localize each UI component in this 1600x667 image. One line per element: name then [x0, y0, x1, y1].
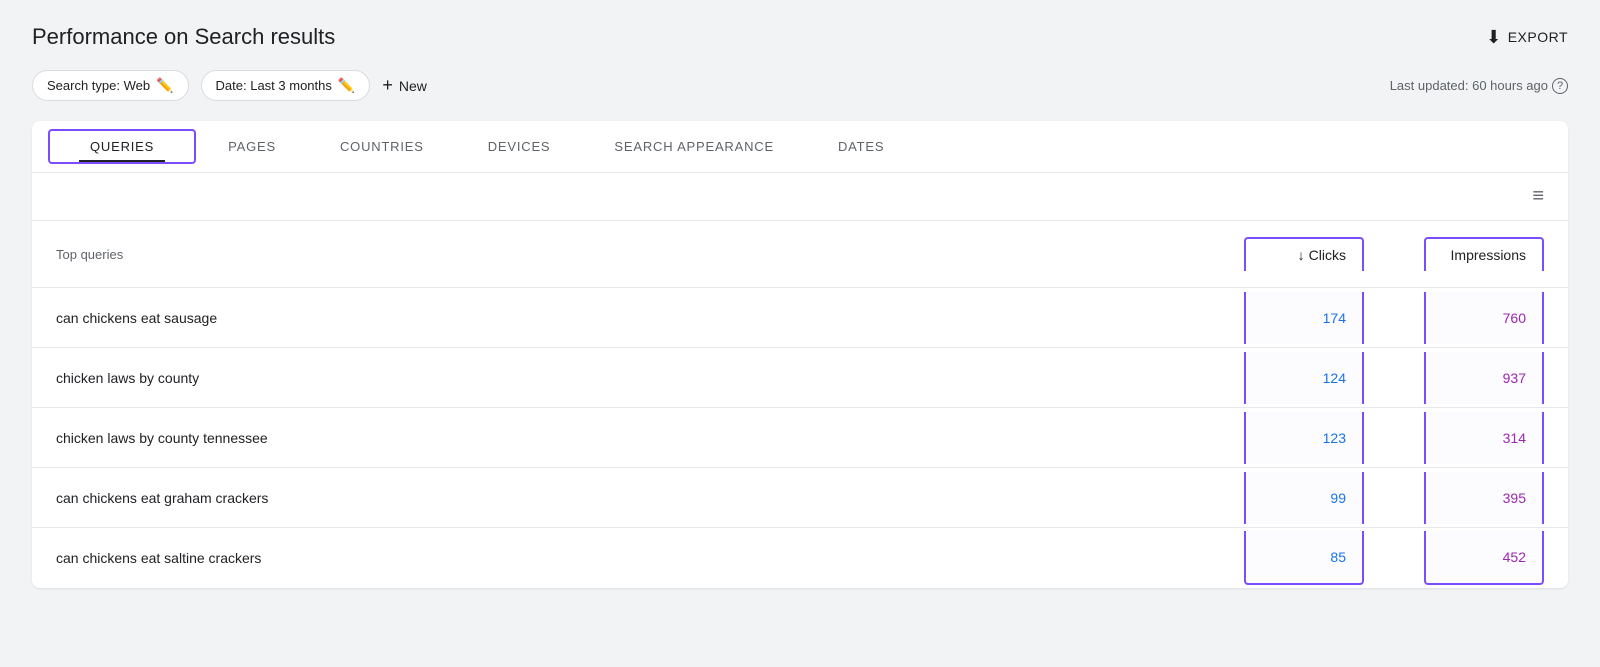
new-label: New — [399, 78, 427, 94]
table-header: Top queries ↓ Clicks Impressions — [32, 221, 1568, 288]
row-clicks: 123 — [1244, 412, 1364, 464]
row-clicks: 99 — [1244, 472, 1364, 524]
plus-icon: + — [382, 75, 393, 96]
col-header-clicks[interactable]: ↓ Clicks — [1244, 237, 1364, 271]
edit-search-type-icon: ✏️ — [156, 77, 173, 94]
date-label: Date: Last 3 months — [216, 78, 332, 93]
row-query: chicken laws by county — [56, 370, 1184, 386]
table-row: can chickens eat graham crackers 99 395 — [32, 468, 1568, 528]
tab-queries[interactable]: QUERIES — [48, 129, 196, 164]
filter-lines-icon[interactable]: ≡ — [1532, 185, 1544, 208]
impressions-header-label: Impressions — [1451, 247, 1526, 263]
row-query: can chickens eat saltine crackers — [56, 550, 1184, 566]
new-filter-button[interactable]: + New — [382, 75, 427, 96]
row-query: can chickens eat graham crackers — [56, 490, 1184, 506]
tabs-row: QUERIES PAGES COUNTRIES DEVICES SEARCH A… — [32, 121, 1568, 173]
tab-dates[interactable]: DATES — [806, 121, 916, 172]
row-impressions: 760 — [1424, 292, 1544, 344]
tab-search-appearance[interactable]: SEARCH APPEARANCE — [582, 121, 806, 172]
table-section: Top queries ↓ Clicks Impressions can chi… — [32, 221, 1568, 588]
row-query: can chickens eat sausage — [56, 310, 1184, 326]
row-impressions: 395 — [1424, 472, 1544, 524]
table-row: can chickens eat sausage 174 760 — [32, 288, 1568, 348]
row-impressions: 314 — [1424, 412, 1544, 464]
row-clicks: 85 — [1244, 531, 1364, 585]
main-card: QUERIES PAGES COUNTRIES DEVICES SEARCH A… — [32, 121, 1568, 588]
search-type-filter[interactable]: Search type: Web ✏️ — [32, 70, 189, 101]
edit-date-icon: ✏️ — [338, 77, 355, 94]
row-impressions: 452 — [1424, 531, 1544, 585]
clicks-header-label: Clicks — [1309, 247, 1346, 263]
row-clicks: 174 — [1244, 292, 1364, 344]
export-label: EXPORT — [1508, 29, 1568, 45]
tab-devices[interactable]: DEVICES — [456, 121, 583, 172]
table-row: chicken laws by county tennessee 123 314 — [32, 408, 1568, 468]
col-header-impressions[interactable]: Impressions — [1424, 237, 1544, 271]
date-filter[interactable]: Date: Last 3 months ✏️ — [201, 70, 371, 101]
page-title: Performance on Search results — [32, 24, 335, 50]
last-updated-text: Last updated: 60 hours ago — [1390, 78, 1548, 93]
row-query: chicken laws by county tennessee — [56, 430, 1184, 446]
table-row: chicken laws by county 124 937 — [32, 348, 1568, 408]
export-icon: ⬇ — [1486, 27, 1502, 48]
sort-arrow-icon: ↓ — [1298, 247, 1305, 263]
search-type-label: Search type: Web — [47, 78, 150, 93]
tab-countries[interactable]: COUNTRIES — [308, 121, 456, 172]
tab-pages[interactable]: PAGES — [196, 121, 308, 172]
table-row: can chickens eat saltine crackers 85 452 — [32, 528, 1568, 588]
help-icon[interactable]: ? — [1552, 78, 1568, 94]
export-button[interactable]: ⬇ EXPORT — [1486, 27, 1568, 48]
filter-icon-row: ≡ — [32, 173, 1568, 221]
row-impressions: 937 — [1424, 352, 1544, 404]
col-header-query: Top queries — [56, 247, 1184, 262]
row-clicks: 124 — [1244, 352, 1364, 404]
